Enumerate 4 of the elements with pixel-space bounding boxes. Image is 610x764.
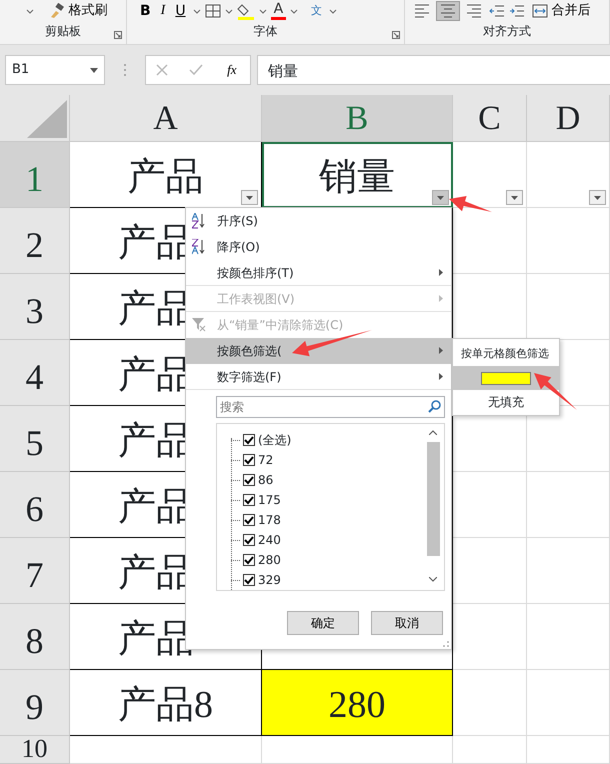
group-label: 剪贴板 <box>44 23 82 40</box>
submenu-title: 按单元格颜色筛选 <box>460 346 550 362</box>
group-label: 对齐方式 <box>482 23 532 40</box>
group-label: 字体 <box>252 23 278 40</box>
